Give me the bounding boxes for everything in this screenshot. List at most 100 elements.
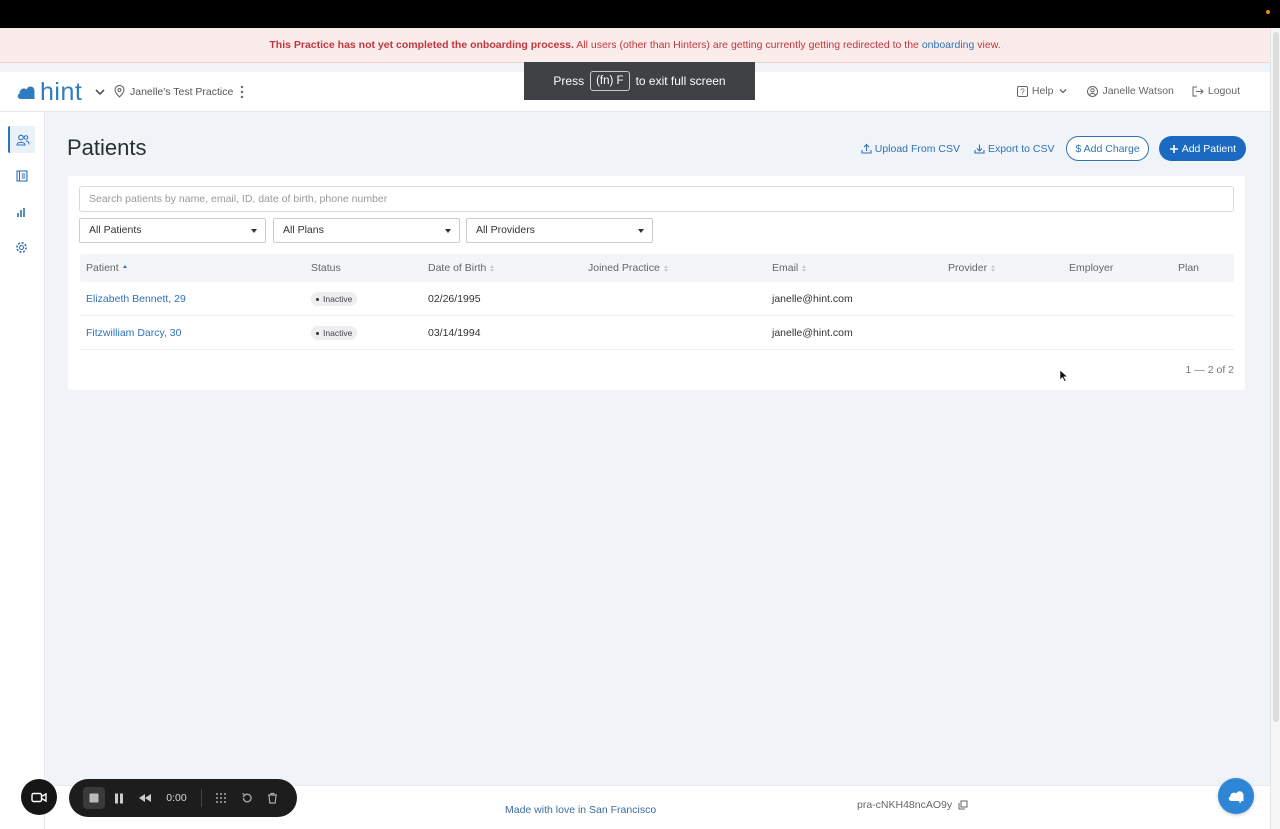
chevron-down-icon xyxy=(1060,89,1067,94)
caret-down-icon xyxy=(445,229,451,233)
chevron-down-icon[interactable] xyxy=(93,85,107,99)
status-dot xyxy=(1266,10,1270,14)
dob-cell: 03/14/1994 xyxy=(428,327,481,339)
column-label: Patient xyxy=(86,262,119,274)
add-charge-button[interactable]: $ Add Charge xyxy=(1066,136,1149,161)
alert-suffix: view. xyxy=(977,39,1001,51)
column-header-provider[interactable]: Provider xyxy=(948,254,996,282)
sidebar-item-ledger[interactable] xyxy=(8,162,35,189)
column-header-patient[interactable]: Patient xyxy=(86,254,127,282)
stop-recording-button[interactable] xyxy=(81,785,107,811)
practice-selector[interactable]: Janelle's Test Practice xyxy=(114,85,233,98)
chat-cloud-icon xyxy=(1228,791,1244,804)
pagination-info: 1 — 2 of 2 xyxy=(1185,364,1234,376)
user-circle-icon xyxy=(1087,85,1099,97)
screen-recorder-controls: 0:00 xyxy=(69,779,297,817)
column-header-employer: Employer xyxy=(1069,254,1113,282)
hint-logo[interactable]: hint xyxy=(16,78,83,106)
status-cell: Inactive xyxy=(311,316,358,350)
upload-csv-button[interactable]: Upload From CSV xyxy=(859,143,962,155)
svg-text:?: ? xyxy=(1020,87,1025,96)
sidebar-item-reports[interactable] xyxy=(8,198,35,225)
kebab-menu-icon[interactable] xyxy=(238,84,246,100)
column-header-status: Status xyxy=(311,254,341,282)
gear-icon xyxy=(16,242,27,253)
fullscreen-toast: Press (fn) F to exit full screen xyxy=(524,62,755,100)
column-label: Employer xyxy=(1069,262,1114,274)
ledger-icon xyxy=(15,169,28,182)
column-label: Joined Practice xyxy=(588,262,660,274)
camera-toggle-button[interactable] xyxy=(21,779,57,815)
add-patient-button[interactable]: Add Patient xyxy=(1158,136,1246,161)
user-menu[interactable]: Janelle Watson xyxy=(1087,85,1174,97)
sort-icon xyxy=(663,264,668,272)
column-header-plan: Plan xyxy=(1178,254,1199,282)
os-top-bar xyxy=(0,0,1280,28)
table-row[interactable]: Fitzwilliam Darcy, 30 Inactive 03/14/199… xyxy=(80,316,1234,350)
status-badge: Inactive xyxy=(311,326,358,341)
upload-icon xyxy=(861,143,872,154)
sort-asc-icon xyxy=(122,264,127,272)
practice-code-text: pra-cNKH48ncAO9y xyxy=(857,799,953,811)
toast-press: Press xyxy=(553,74,585,88)
pause-icon xyxy=(115,793,124,803)
providers-filter-select[interactable]: All Providers xyxy=(466,218,653,243)
page-title: Patients xyxy=(67,135,147,160)
patients-card: Search patients by name, email, ID, date… xyxy=(68,176,1245,390)
caret-down-icon xyxy=(251,229,257,233)
patient-name-link[interactable]: Fitzwilliam Darcy, 30 xyxy=(86,316,181,350)
help-label: Help xyxy=(1031,85,1054,97)
email-cell: janelle@hint.com xyxy=(772,327,853,339)
help-icon: ? xyxy=(1016,85,1028,97)
upload-label: Upload From CSV xyxy=(874,142,960,155)
logout-link[interactable]: Logout xyxy=(1192,85,1240,97)
user-name: Janelle Watson xyxy=(1102,85,1174,97)
made-with-love-text: Made with love in San Francisco xyxy=(505,804,657,816)
stop-icon xyxy=(89,793,99,803)
sort-icon xyxy=(490,264,495,272)
restart-icon xyxy=(241,792,252,803)
patient-name-link[interactable]: Elizabeth Bennett, 29 xyxy=(86,282,186,316)
onboarding-link[interactable]: onboarding xyxy=(922,39,975,51)
column-label: Plan xyxy=(1178,262,1200,274)
column-header-dob[interactable]: Date of Birth xyxy=(428,254,495,282)
chat-support-button[interactable] xyxy=(1218,778,1254,814)
plans-filter-select[interactable]: All Plans xyxy=(273,218,460,243)
mouse-cursor-icon xyxy=(1059,369,1068,382)
logout-icon xyxy=(1192,86,1204,96)
column-label: Status xyxy=(311,262,341,274)
column-header-email[interactable]: Email xyxy=(772,254,807,282)
delete-recording-button[interactable] xyxy=(259,785,285,811)
practice-code: pra-cNKH48ncAO9y xyxy=(857,799,968,811)
onboarding-alert-banner: This Practice has not yet completed the … xyxy=(0,28,1270,63)
sidebar-item-settings[interactable] xyxy=(8,234,35,261)
table-row[interactable]: Elizabeth Bennett, 29 Inactive 02/26/199… xyxy=(80,282,1234,316)
toast-key: (fn) F xyxy=(590,71,630,91)
column-label: Date of Birth xyxy=(428,262,487,274)
trash-icon xyxy=(267,792,277,804)
table-header: Patient Status Date of Birth Joined Prac… xyxy=(80,254,1234,282)
copy-icon[interactable] xyxy=(958,800,968,810)
scrollbar-thumb[interactable] xyxy=(1273,32,1279,722)
search-input[interactable]: Search patients by name, email, ID, date… xyxy=(79,186,1234,212)
help-menu[interactable]: ? Help xyxy=(1016,85,1070,97)
rewind-button[interactable] xyxy=(132,785,158,811)
logout-label: Logout xyxy=(1207,85,1240,97)
page-scrollbar[interactable] xyxy=(1270,28,1280,829)
restart-button[interactable] xyxy=(234,785,260,811)
cloud-logo-icon xyxy=(17,86,35,99)
grid-button[interactable] xyxy=(208,785,234,811)
dob-cell: 02/26/1995 xyxy=(428,293,481,305)
sidebar-item-patients[interactable] xyxy=(8,126,35,153)
status-badge: Inactive xyxy=(311,292,358,307)
caret-down-icon xyxy=(638,229,644,233)
export-label: Export to CSV xyxy=(987,142,1055,155)
logo-text: hint xyxy=(40,78,83,106)
sort-icon xyxy=(802,264,807,272)
pause-button[interactable] xyxy=(107,785,133,811)
export-csv-button[interactable]: Export to CSV xyxy=(972,143,1057,155)
practice-name: Janelle's Test Practice xyxy=(130,85,234,98)
column-header-joined[interactable]: Joined Practice xyxy=(588,254,668,282)
download-icon xyxy=(974,144,985,154)
patients-filter-select[interactable]: All Patients xyxy=(79,218,266,243)
